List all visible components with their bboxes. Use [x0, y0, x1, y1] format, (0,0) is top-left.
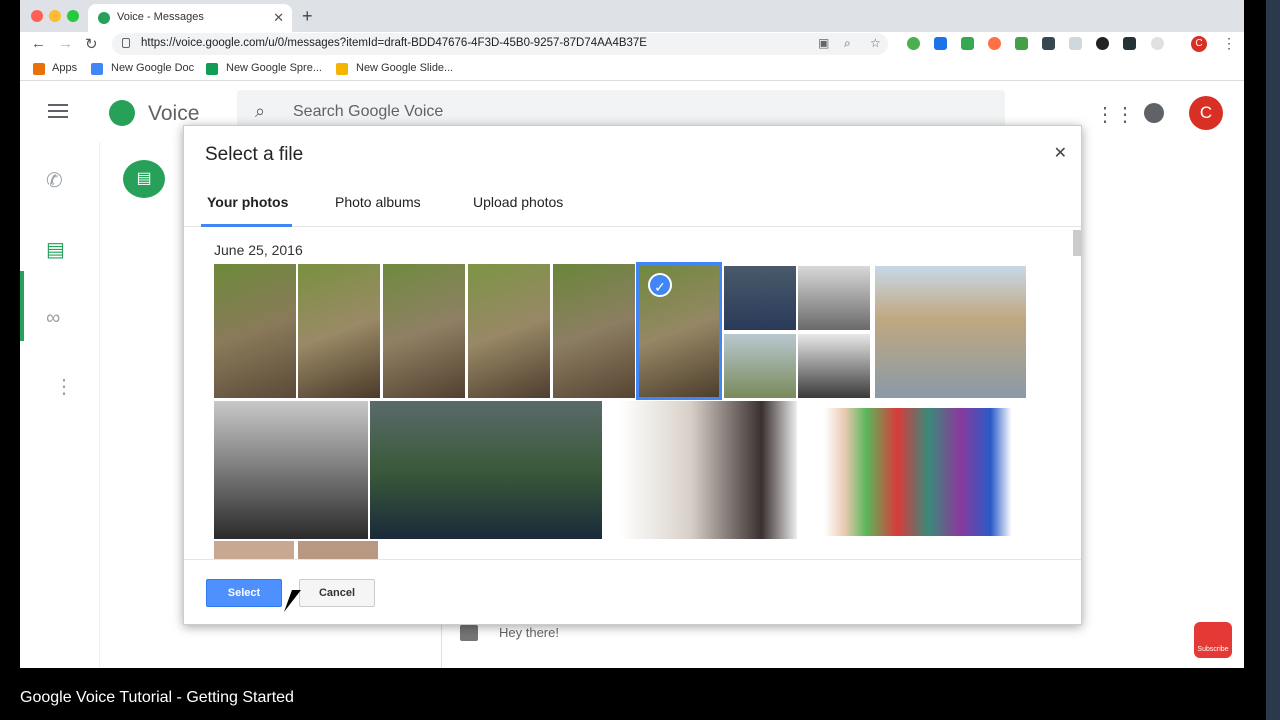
browser-toolbar: ← → ↻ https://voice.google.com/u/0/messa…: [20, 32, 1244, 57]
dialog-title: Select a file: [205, 144, 304, 165]
bookmark-new-sheet[interactable]: New Google Spre...: [226, 62, 322, 74]
subscribe-badge[interactable]: Subscribe: [1194, 622, 1232, 658]
app-name: Voice: [148, 102, 200, 125]
select-file-dialog: Select a file ✕ Your photos Photo albums…: [183, 125, 1082, 625]
active-nav-indicator: [20, 271, 24, 341]
elderly-man-portrait-1[interactable]: [798, 266, 870, 330]
message-input[interactable]: Hey there!: [499, 625, 559, 640]
tab-upload-photos[interactable]: Upload photos: [473, 194, 563, 210]
maximize-window-icon[interactable]: [67, 10, 79, 22]
active-tab-indicator: [201, 224, 292, 227]
address-bar[interactable]: https://voice.google.com/u/0/messages?it…: [112, 33, 888, 55]
image-attach-icon[interactable]: [460, 625, 478, 641]
voicemail-icon[interactable]: ∞: [46, 307, 60, 330]
bookmark-new-doc[interactable]: New Google Doc: [111, 62, 194, 74]
browser-menu-icon[interactable]: ⋮: [1222, 35, 1236, 52]
docs-icon: [91, 63, 103, 75]
search-placeholder: Search Google Voice: [293, 103, 444, 120]
more-options-icon[interactable]: ⋮: [54, 374, 74, 399]
profile-avatar[interactable]: C: [1191, 36, 1207, 52]
calls-phone-icon[interactable]: ✆: [46, 168, 63, 193]
cat-photo-4[interactable]: [468, 264, 550, 398]
extension-icon[interactable]: [988, 37, 1001, 50]
date-heading: June 25, 2016: [214, 242, 303, 258]
cat-photo-3[interactable]: [383, 264, 465, 398]
back-icon[interactable]: ←: [31, 35, 46, 52]
close-tab-icon[interactable]: ✕: [273, 10, 284, 26]
minimize-window-icon[interactable]: [49, 10, 61, 22]
young-man-portrait-large[interactable]: [875, 266, 1026, 398]
reload-icon[interactable]: ↻: [85, 35, 98, 53]
left-nav: [20, 142, 100, 668]
extension-icon[interactable]: [1042, 37, 1055, 50]
voice-logo-icon: [109, 100, 135, 126]
new-tab-icon[interactable]: +: [302, 6, 313, 27]
elderly-man-portrait-large[interactable]: [214, 401, 368, 539]
extension-icon[interactable]: [961, 37, 974, 50]
partial-photo[interactable]: [214, 541, 294, 559]
extension-icon[interactable]: [1069, 37, 1082, 50]
background-window-edge: [1266, 0, 1280, 720]
select-button[interactable]: Select: [206, 579, 282, 607]
tab-strip: Voice - Messages ✕ +: [20, 0, 1244, 32]
account-avatar[interactable]: C: [1189, 96, 1223, 130]
scrollbar[interactable]: [1073, 230, 1081, 256]
voice-favicon-icon: [98, 12, 110, 24]
partial-photo[interactable]: [298, 541, 378, 559]
sheets-icon: [206, 63, 218, 75]
forward-icon[interactable]: →: [58, 35, 73, 52]
group-people-photo[interactable]: [814, 408, 1022, 536]
dialog-tabs: Your photos Photo albums Upload photos: [184, 182, 1081, 227]
messages-icon[interactable]: ▤: [46, 237, 65, 262]
tab-photo-albums[interactable]: Photo albums: [335, 194, 421, 210]
extension-icon[interactable]: [934, 37, 947, 50]
tab-your-photos[interactable]: Your photos: [207, 194, 288, 210]
lock-icon: [122, 38, 130, 48]
bookmark-star-icon[interactable]: ☆: [870, 36, 881, 50]
woman-portrait-1[interactable]: [798, 334, 870, 398]
search-icon: ⌕: [255, 101, 266, 121]
extension-icon[interactable]: [907, 37, 920, 50]
cloud-extension-icon[interactable]: [1123, 37, 1136, 50]
bookmark-apps[interactable]: Apps: [52, 62, 77, 74]
notifications-icon[interactable]: [1144, 103, 1164, 123]
apps-grid-icon: [33, 63, 45, 75]
extension-icon[interactable]: [1015, 37, 1028, 50]
cat-photo-2[interactable]: [298, 264, 380, 398]
young-man-portrait-1[interactable]: [724, 334, 796, 398]
extension-icon[interactable]: [1151, 37, 1164, 50]
extension-icon[interactable]: [1096, 37, 1109, 50]
browser-tab-voice[interactable]: Voice - Messages ✕: [88, 4, 292, 32]
url-text: https://voice.google.com/u/0/messages?it…: [141, 37, 647, 49]
close-window-icon[interactable]: [31, 10, 43, 22]
cat-photo-1[interactable]: [214, 264, 296, 398]
cat-photo-5[interactable]: [553, 264, 635, 398]
camera-blocked-icon[interactable]: ▣: [818, 36, 829, 50]
new-message-button[interactable]: ▤: [123, 160, 165, 198]
bookmark-new-slides[interactable]: New Google Slide...: [356, 62, 453, 74]
browser-window: Voice - Messages ✕ + ← → ↻ https://voice…: [20, 0, 1244, 668]
apps-grid-icon[interactable]: ⋮⋮: [1095, 102, 1135, 127]
man-portrait-1[interactable]: [724, 266, 796, 330]
checkmark-icon: ✓: [648, 273, 672, 297]
zoom-icon[interactable]: ⌕: [844, 36, 851, 51]
woman-portrait-large[interactable]: [620, 401, 797, 539]
cancel-button[interactable]: Cancel: [299, 579, 375, 607]
tab-title: Voice - Messages: [117, 11, 204, 23]
video-caption: Google Voice Tutorial - Getting Started: [20, 689, 294, 706]
bookmarks-bar: Apps New Google Doc New Google Spre... N…: [20, 57, 1244, 81]
close-icon[interactable]: ✕: [1054, 143, 1067, 163]
main-menu-icon[interactable]: [48, 104, 68, 122]
slides-icon: [336, 63, 348, 75]
man-suit-portrait-large[interactable]: [370, 401, 602, 539]
photo-grid: June 25, 2016 ✓: [184, 228, 1081, 560]
